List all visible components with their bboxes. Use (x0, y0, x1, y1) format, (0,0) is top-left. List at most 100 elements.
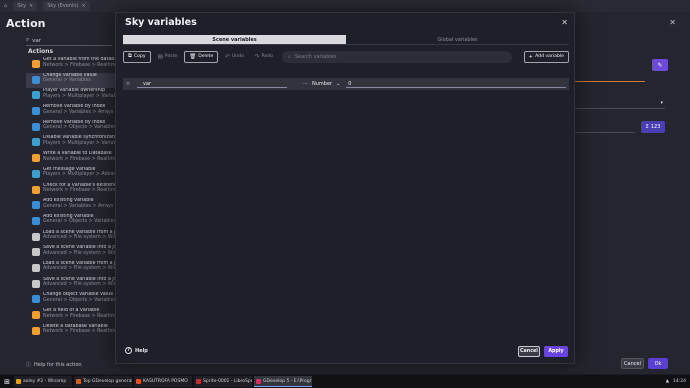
taskbar-item-label: Top GDevelop general (83, 379, 132, 384)
action-path: Advanced > File system > Windo (43, 282, 116, 288)
variable-row[interactable]: ≡ var ⋯ Number ⌄ 0 (123, 78, 569, 90)
taskbar-item[interactable]: Sprite-0001 - LibreSpr (194, 376, 252, 387)
add-variable-button[interactable]: + Add variable (523, 50, 569, 63)
chevron-down-icon: ▾ (660, 100, 663, 106)
taskbar: ⊞ aoley #2 - Winamp Top GDevelop general K… (0, 375, 690, 388)
screen: ⌂ Sky × Sky (Events) × Action ✕ ⌕ var Acti… (0, 0, 690, 388)
delete-button[interactable]: 🗑 Delete (184, 50, 219, 63)
search-variables-input[interactable]: ⌕ Search variables (282, 50, 513, 63)
action-ok-button[interactable]: Ok (648, 358, 668, 369)
action-list-item[interactable]: Delete a database variable Network > Fire… (26, 324, 116, 340)
action-list-item[interactable]: Get a variable from the database Network … (26, 57, 116, 73)
close-icon[interactable]: ✕ (561, 18, 568, 27)
action-path: General > Objects > Variables > (43, 219, 116, 225)
taskbar-item-label: Sprite-0001 - LibreSpr (203, 379, 252, 384)
action-list: Get a variable from the database Network … (26, 57, 116, 339)
number-icon: 123 (650, 124, 661, 130)
action-path: General > Objects > Variables (43, 297, 116, 303)
app-icon (256, 378, 261, 384)
drag-handle-icon[interactable]: ≡ (123, 81, 133, 87)
action-list-item[interactable]: Add existing variable General > Objects >… (26, 214, 116, 230)
editor-tab-events[interactable]: Sky (Events) × (43, 1, 90, 11)
tab-scene-variables[interactable]: Scene variables (123, 35, 346, 44)
action-icon (32, 60, 40, 68)
taskbar-item[interactable]: KASUTROFA POSMO (134, 376, 192, 387)
dialog-title: Sky variables (125, 17, 197, 28)
close-icon[interactable]: ✕ (669, 18, 676, 27)
action-icon (32, 154, 40, 163)
editor-tab-scene[interactable]: Sky × (13, 1, 38, 11)
app-icon (76, 379, 81, 384)
action-cancel-button[interactable]: Cancel (621, 358, 644, 369)
variable-type-select[interactable]: ⋯ Number ⌄ (303, 81, 340, 87)
undo-button[interactable]: ↶ Undo (221, 51, 248, 63)
action-path: Network > Firebase > Realtime d (43, 62, 116, 68)
trash-icon: 🗑 (189, 53, 197, 60)
paste-icon: ▤ (157, 53, 163, 60)
home-icon[interactable]: ⌂ (4, 3, 7, 9)
tab-global-variables[interactable]: Global variables (346, 35, 569, 44)
variable-value-input[interactable]: 0 (346, 80, 567, 88)
action-list-item[interactable]: Check for a variable's existence Network … (26, 183, 116, 199)
action-list-item[interactable]: Add existing variable General > Variables… (26, 198, 116, 214)
action-list-item[interactable]: Save a scene variable into a JSONAdvance… (26, 245, 116, 261)
action-title: Get a variable from the database (43, 57, 116, 62)
close-icon[interactable]: × (82, 3, 86, 9)
help-for-action-link[interactable]: ⓘ Help for this action (26, 361, 82, 369)
windows-start-icon[interactable]: ⊞ (2, 377, 12, 387)
help-icon: ? (125, 347, 132, 354)
action-path: General > Variables > Arrays and (43, 109, 116, 115)
action-list-item[interactable]: Get a field of a variable Network > Fireb… (26, 308, 116, 324)
action-title: Change object variable value (43, 292, 114, 298)
search-icon: ⌕ (26, 37, 30, 43)
action-icon (32, 75, 40, 84)
action-path: General > Variables > Arrays and (43, 203, 116, 209)
variable-field[interactable] (575, 72, 645, 82)
action-icon (32, 201, 40, 210)
operator-select[interactable]: ▾ (575, 99, 665, 109)
taskbar-item-label: KASUTROFA POSMO (143, 379, 188, 384)
close-icon[interactable]: × (29, 3, 33, 9)
redo-icon: ↷ (254, 53, 260, 60)
search-icon: ⌕ (288, 53, 291, 60)
action-search-input[interactable]: ⌕ var (26, 36, 112, 46)
action-list-item[interactable]: Player variable ownership Players > Multi… (26, 88, 116, 104)
redo-button[interactable]: ↷ Redo (251, 51, 277, 63)
network-icon[interactable]: ▲ (666, 379, 669, 384)
clock[interactable]: 14:24 (673, 379, 686, 384)
taskbar-item[interactable]: Top GDevelop general (74, 376, 132, 387)
copy-button[interactable]: ⧉ Copy (123, 50, 151, 63)
action-list-item[interactable]: Remove variable by index General > Variab… (26, 104, 116, 120)
sigma-icon: Σ (645, 124, 649, 130)
action-list-item[interactable]: Change variable value General > Variables (26, 72, 116, 89)
app-icon (196, 379, 201, 384)
action-list-item[interactable]: Remove variable by index General > Object… (26, 120, 116, 136)
cancel-button[interactable]: Cancel (518, 346, 540, 357)
variables-dialog: Sky variables ✕ Scene variables Global v… (115, 12, 575, 364)
action-path: Advanced > File system > Windo (43, 250, 116, 256)
variable-picker-button[interactable]: ✎ (652, 59, 668, 71)
action-icon (32, 248, 40, 257)
action-list-item[interactable]: Write a variable to Database Network > Fi… (26, 151, 116, 167)
action-list-item[interactable]: Save a scene variable into a JSONAdvance… (26, 277, 116, 293)
apply-button[interactable]: Apply (544, 346, 568, 357)
value-field[interactable] (575, 123, 635, 133)
action-list-item[interactable]: Load a scene variable from a JSONAdvance… (26, 261, 116, 277)
app-icon (16, 379, 21, 384)
taskbar-item[interactable]: GDevelop 5 - E:\Progr (254, 376, 312, 387)
divider (123, 44, 569, 45)
action-title: Write a variable to Database (43, 151, 112, 157)
action-path: Players > Multiplayer > Variables (43, 140, 116, 146)
action-icon (32, 232, 40, 241)
action-path: Advanced > File system > Windo (43, 235, 116, 241)
action-list-item[interactable]: Get message variable Players > Multiplaye… (26, 167, 116, 183)
variables-tabs: Scene variables Global variables (123, 35, 569, 44)
taskbar-item[interactable]: aoley #2 - Winamp (14, 376, 72, 387)
help-button[interactable]: ? Help (125, 347, 148, 354)
action-list-item[interactable]: Change object variable value General > Ob… (26, 292, 116, 308)
action-list-item[interactable]: Load a scene variable from a JSONAdvance… (26, 230, 116, 246)
expression-editor-button[interactable]: Σ 123 (641, 121, 665, 133)
variable-name-input[interactable]: var (137, 80, 287, 88)
paste-button[interactable]: ▤ Paste (154, 51, 182, 63)
action-list-item[interactable]: Disable variable synchronization Players … (26, 135, 116, 151)
